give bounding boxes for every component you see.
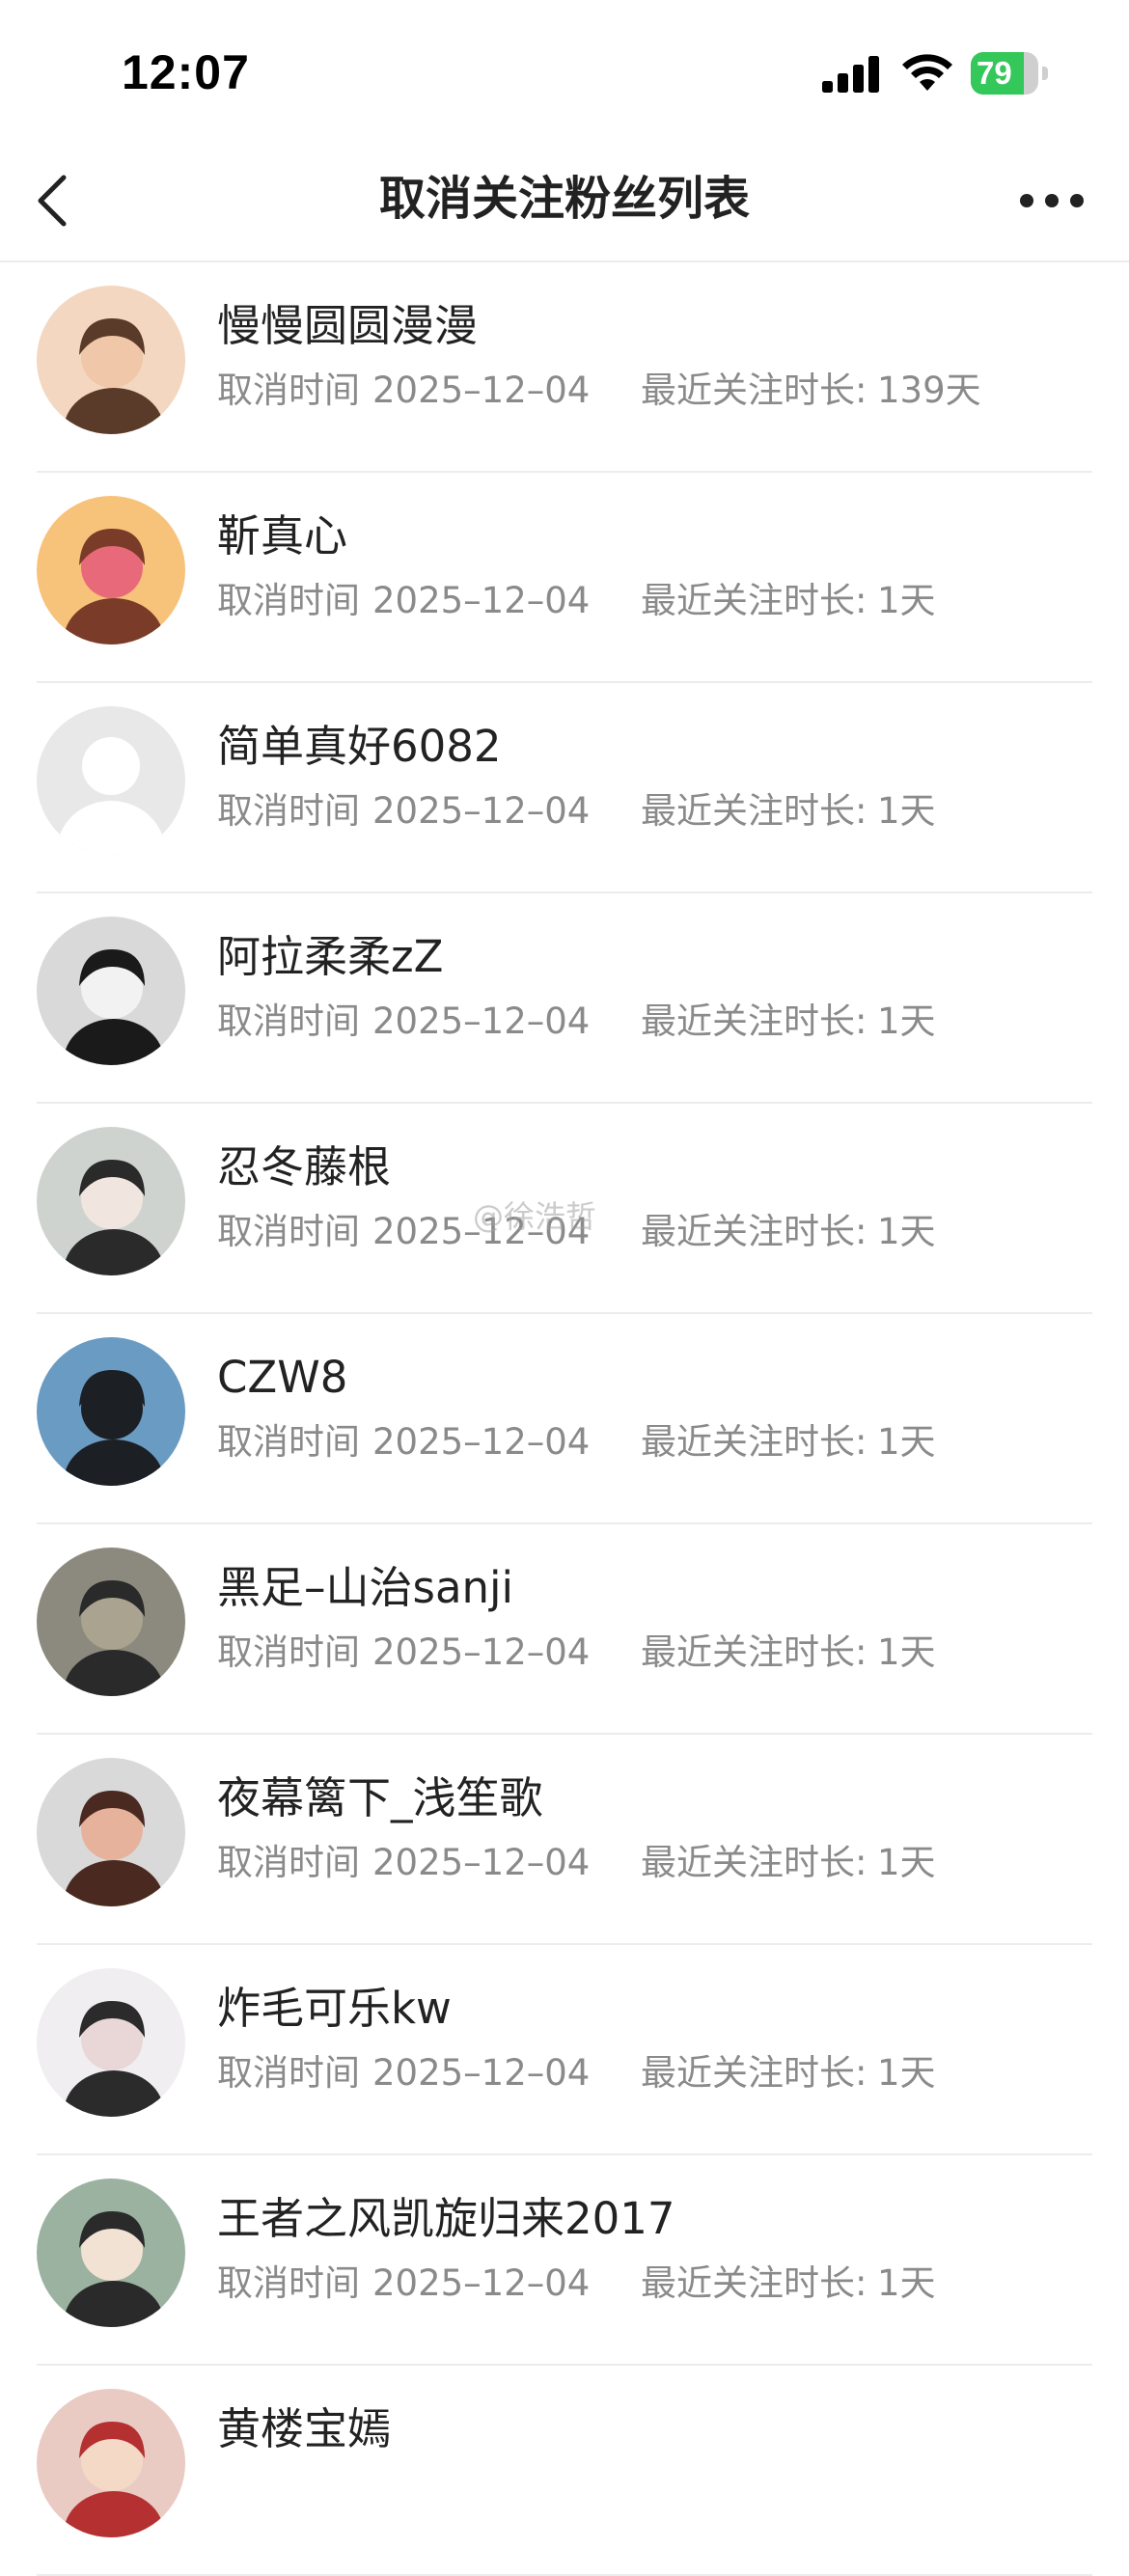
avatar-image xyxy=(37,2179,185,2327)
unfollowed-fans-list: 慢慢圆圆漫漫 取消时间 2025–12–04 最近关注时长: 139天 靳真心 取消时间 20… xyxy=(0,262,1129,2576)
cancel-date: 2025–12–04 xyxy=(372,370,591,411)
avatar-image xyxy=(37,1337,185,1486)
back-button[interactable] xyxy=(23,166,91,233)
list-item[interactable]: 简单真好6082 取消时间 2025–12–04 最近关注时长: 1天 xyxy=(0,683,1129,893)
status-bar: 12:07 79 xyxy=(0,0,1129,145)
list-item[interactable]: 黄楼宝嫣 xyxy=(0,2366,1129,2576)
user-name: 炸毛可乐kw xyxy=(217,1983,452,2034)
cancel-time-label: 取消时间 xyxy=(217,2262,360,2304)
avatar[interactable] xyxy=(37,917,185,1065)
battery-percent: 79 xyxy=(977,55,1012,91)
user-name: 黄楼宝嫣 xyxy=(217,2403,392,2454)
cancel-time-label: 取消时间 xyxy=(217,370,360,411)
avatar[interactable] xyxy=(37,1968,185,2117)
cancel-time-label: 取消时间 xyxy=(217,1000,360,1042)
user-name: CZW8 xyxy=(217,1352,348,1403)
page-title: 取消关注粉丝列表 xyxy=(378,172,750,226)
follow-duration-value: 1天 xyxy=(877,790,936,832)
cellular-signal-icon xyxy=(822,56,879,93)
cancel-date: 2025–12–04 xyxy=(372,790,591,832)
follow-duration-label: 最近关注时长: xyxy=(641,1631,867,1673)
avatar[interactable] xyxy=(37,2179,185,2327)
avatar-image xyxy=(37,1968,185,2117)
list-item[interactable]: 炸毛可乐kw 取消时间 2025–12–04 最近关注时长: 1天 xyxy=(0,1945,1129,2155)
cancel-date: 2025–12–04 xyxy=(372,1842,591,1883)
follow-duration-label: 最近关注时长: xyxy=(641,790,867,832)
user-name: 王者之风凯旋归来2017 xyxy=(217,2193,675,2244)
user-name: 慢慢圆圆漫漫 xyxy=(217,300,479,351)
more-horizontal-icon xyxy=(1020,194,1084,207)
list-item[interactable]: 夜幕篱下_浅笙歌取消时间 2025–12–04 最近关注时长: 1天 xyxy=(0,1735,1129,1945)
follow-duration-value: 1天 xyxy=(877,1842,936,1883)
follow-duration-label: 最近关注时长: xyxy=(641,1000,867,1042)
chevron-left-icon xyxy=(38,175,67,227)
list-item[interactable]: 慢慢圆圆漫漫取消时间 2025–12–04 最近关注时长: 139天 xyxy=(0,262,1129,473)
follow-duration-label: 最近关注时长: xyxy=(641,1421,867,1463)
status-time: 12:07 xyxy=(122,45,250,99)
follow-duration-value: 1天 xyxy=(877,1211,936,1252)
follow-duration-value: 1天 xyxy=(877,2052,936,2094)
avatar[interactable] xyxy=(37,2389,185,2537)
cancel-date: 2025–12–04 xyxy=(372,1421,591,1463)
more-button[interactable] xyxy=(1013,174,1090,228)
user-name: 夜幕篱下_浅笙歌 xyxy=(217,1772,543,1823)
cancel-time-label: 取消时间 xyxy=(217,1631,360,1673)
watermark: @徐浩哲 xyxy=(473,1198,597,1235)
cancel-time-label: 取消时间 xyxy=(217,1421,360,1463)
avatar[interactable] xyxy=(37,286,185,434)
follow-duration-label: 最近关注时长: xyxy=(641,1211,867,1252)
avatar[interactable] xyxy=(37,496,185,644)
follow-duration-value: 1天 xyxy=(877,2262,936,2304)
avatar-image xyxy=(37,1758,185,1906)
follow-duration-value: 1天 xyxy=(877,1631,936,1673)
avatar[interactable] xyxy=(37,706,185,855)
default-avatar-icon xyxy=(37,706,185,855)
battery-cap xyxy=(1042,67,1048,80)
avatar-image xyxy=(37,917,185,1065)
user-name: 靳真心 xyxy=(217,510,348,562)
battery-icon: 79 xyxy=(971,52,1052,95)
cancel-time-label: 取消时间 xyxy=(217,790,360,832)
user-name: 黑足–山治sanji xyxy=(217,1562,514,1613)
cancel-date: 2025–12–04 xyxy=(372,1000,591,1042)
cancel-date: 2025–12–04 xyxy=(372,2052,591,2094)
follow-duration-label: 最近关注时长: xyxy=(641,2052,867,2094)
nav-bar: 取消关注粉丝列表 xyxy=(0,145,1129,262)
list-item[interactable]: CZW8 取消时间 2025–12–04 最近关注时长: 1天 xyxy=(0,1314,1129,1524)
cancel-time-label: 取消时间 xyxy=(217,580,360,621)
cancel-time-label: 取消时间 xyxy=(217,1842,360,1883)
follow-duration-label: 最近关注时长: xyxy=(641,2262,867,2304)
avatar[interactable] xyxy=(37,1127,185,1275)
user-name: 阿拉柔柔zZ xyxy=(217,931,444,982)
list-item[interactable]: 阿拉柔柔zZ 取消时间 2025–12–04 最近关注时长: 1天 xyxy=(0,893,1129,1104)
cancel-date: 2025–12–04 xyxy=(372,1631,591,1673)
follow-duration-value: 1天 xyxy=(877,580,936,621)
follow-duration-label: 最近关注时长: xyxy=(641,1842,867,1883)
avatar[interactable] xyxy=(37,1758,185,1906)
avatar[interactable] xyxy=(37,1337,185,1486)
cancel-time-label: 取消时间 xyxy=(217,1211,360,1252)
user-name: 忍冬藤根 xyxy=(217,1141,392,1192)
list-item[interactable]: 王者之风凯旋归来2017 取消时间 2025–12–04 最近关注时长: 1天 xyxy=(0,2155,1129,2366)
follow-duration-label: 最近关注时长: xyxy=(641,580,867,621)
list-item[interactable]: 黑足–山治sanji 取消时间 2025–12–04 最近关注时长: 1天 xyxy=(0,1524,1129,1735)
follow-duration-value: 139天 xyxy=(877,370,981,411)
list-item[interactable]: 靳真心取消时间 2025–12–04 最近关注时长: 1天 xyxy=(0,473,1129,683)
cancel-date: 2025–12–04 xyxy=(372,580,591,621)
follow-duration-value: 1天 xyxy=(877,1421,936,1463)
avatar-image xyxy=(37,1127,185,1275)
follow-duration-value: 1天 xyxy=(877,1000,936,1042)
user-name: 简单真好6082 xyxy=(217,721,502,772)
cancel-time-label: 取消时间 xyxy=(217,2052,360,2094)
avatar[interactable] xyxy=(37,1548,185,1696)
follow-duration-label: 最近关注时长: xyxy=(641,370,867,411)
wifi-icon xyxy=(902,54,952,91)
avatar-image xyxy=(37,286,185,434)
battery-body: 79 xyxy=(971,52,1038,95)
avatar-image xyxy=(37,2389,185,2537)
avatar-image xyxy=(37,1548,185,1696)
cancel-date: 2025–12–04 xyxy=(372,2262,591,2304)
avatar-image xyxy=(37,496,185,644)
